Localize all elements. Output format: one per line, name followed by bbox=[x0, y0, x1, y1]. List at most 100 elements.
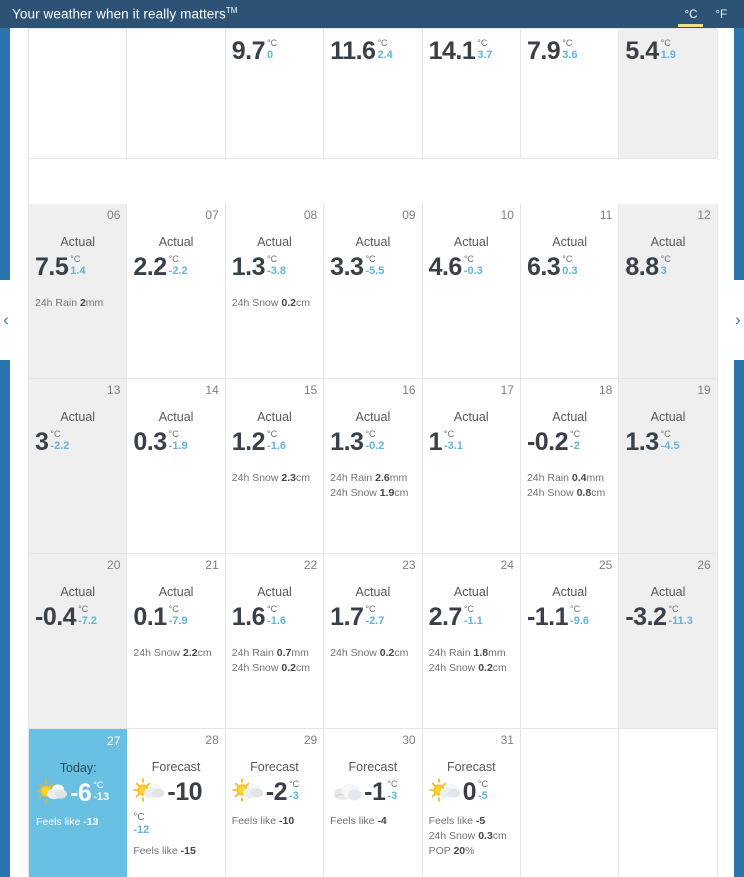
cell-status-label: Forecast bbox=[151, 760, 201, 774]
day-number: 27 bbox=[107, 734, 121, 748]
left-rail-bottom bbox=[0, 360, 10, 877]
temperature-row: 6.3 °C 0.3 bbox=[527, 252, 612, 282]
degree-unit: °C bbox=[660, 429, 671, 439]
calendar-day-cell[interactable]: 10 Actual 4.6 °C -0.3 bbox=[422, 204, 521, 379]
detail-label: 24h Rain bbox=[330, 472, 376, 484]
calendar-day-cell[interactable]: 20 Actual -0.4 °C -7.2 bbox=[29, 554, 128, 729]
degree-unit: °C bbox=[70, 254, 81, 264]
temperature-row: 1 °C -3.1 bbox=[429, 427, 514, 457]
calendar-day-cell[interactable]: 31 Forecast 0 °C -5 Feels like -5 24h Snow 0.3… bbox=[422, 729, 521, 877]
low-temperature: -5.5 bbox=[365, 265, 385, 277]
day-number: 12 bbox=[697, 208, 711, 222]
degree-unit: °C bbox=[168, 429, 179, 439]
unit-and-low-stack: °C -3 bbox=[387, 777, 397, 802]
calendar-day-cell[interactable]: 7.9 °C 3.6 bbox=[520, 29, 620, 159]
cell-status-label: Actual bbox=[355, 410, 391, 424]
high-temperature: 2.2 bbox=[133, 253, 167, 281]
calendar-day-cell[interactable]: 9.7 °C 0 bbox=[225, 29, 325, 159]
temperature-row: 3 °C -2.2 bbox=[35, 427, 120, 457]
detail-unit: mm bbox=[291, 647, 309, 659]
high-temperature: 5.4 bbox=[625, 37, 659, 65]
next-month-button[interactable]: › bbox=[732, 280, 744, 360]
calendar-day-cell[interactable]: 30 Forecast -1 °C -3 Feels like -4 bbox=[324, 729, 423, 877]
calendar-day-cell[interactable]: 13 Actual 3 °C -2.2 bbox=[29, 379, 128, 554]
low-temperature: -3 bbox=[289, 790, 299, 802]
day-number: 18 bbox=[598, 383, 613, 397]
degree-unit: °C bbox=[133, 812, 145, 823]
detail-line: Feels like -5 bbox=[429, 814, 514, 829]
calendar-day-cell[interactable]: 08 Actual 1.3 °C -3.8 24h Snow 0.2cm bbox=[225, 204, 325, 379]
calendar-day-cell[interactable]: 22 Actual 1.6 °C -1.6 24h Rain 0.7mm 24h Snow … bbox=[225, 554, 325, 729]
calendar-day-cell[interactable]: 11 Actual 6.3 °C 0.3 bbox=[520, 204, 620, 379]
calendar-day-cell[interactable]: 18 Actual -0.2 °C -2 24h Rain 0.4mm 24h Snow 0… bbox=[520, 379, 620, 554]
calendar-day-cell[interactable]: 07 Actual 2.2 °C -2.2 bbox=[127, 204, 226, 379]
calendar-grid: 9.7 °C 0 11.6 °C 2.4 14.1 °C 3.7 7.9 °C 3.6 5.4 °C 1.9… bbox=[28, 28, 718, 877]
calendar-day-cell[interactable]: 21 Actual 0.1 °C -7.9 24h Snow 2.2cm bbox=[127, 554, 226, 729]
high-temperature: 2.7 bbox=[428, 603, 463, 631]
calendar-day-cell[interactable]: 25 Actual -1.1 °C -9.6 bbox=[520, 554, 620, 729]
low-temperature: -0.2 bbox=[365, 440, 385, 452]
day-number: 22 bbox=[303, 558, 318, 572]
brand-tagline-text: Your weather when it really matters bbox=[12, 6, 226, 22]
cell-status-label: Actual bbox=[158, 235, 194, 249]
detail-value: 1.8 bbox=[473, 647, 489, 659]
detail-unit: cm bbox=[197, 647, 212, 659]
unit-celsius-button[interactable]: °C bbox=[678, 0, 704, 28]
calendar-day-cell[interactable]: 24 Actual 2.7 °C -1.1 24h Rain 1.8mm 24h Snow … bbox=[422, 554, 521, 729]
detail-line: 24h Rain 2.6mm bbox=[330, 471, 415, 486]
cell-status-label: Actual bbox=[650, 585, 686, 599]
cell-status-label: Today: bbox=[59, 761, 97, 775]
detail-value: -13 bbox=[83, 816, 99, 828]
calendar-day-cell[interactable]: 06 Actual 7.5 °C 1.4 24h Rain 2mm bbox=[29, 204, 128, 379]
calendar-day-cell[interactable]: 14 Actual 0.3 °C -1.9 bbox=[127, 379, 226, 554]
calendar-day-cell[interactable]: 5.4 °C 1.9 bbox=[619, 29, 718, 159]
unit-and-low-stack: °C -11.3 bbox=[668, 602, 692, 627]
detail-label: Feels like bbox=[330, 815, 378, 827]
detail-value: 0.8 bbox=[576, 487, 592, 499]
degree-unit: °C bbox=[289, 779, 300, 789]
calendar-day-cell[interactable]: 27 Today: -6 °C -13 Feels like -13 bbox=[29, 729, 128, 877]
cell-details: 24h Snow 2.2cm bbox=[133, 646, 218, 661]
detail-line: 24h Snow 2.3cm bbox=[232, 471, 317, 486]
detail-label: 24h Rain bbox=[35, 297, 80, 309]
unit-and-low-stack: °C -2.2 bbox=[169, 252, 188, 277]
high-temperature: 9.7 bbox=[231, 37, 266, 65]
cell-details: 24h Rain 2.6mm 24h Snow 1.9cm bbox=[330, 471, 415, 501]
calendar-day-cell[interactable]: 29 Forecast -2 °C -3 Feels like -10 bbox=[225, 729, 325, 877]
detail-line: 24h Rain 0.7mm bbox=[232, 646, 317, 661]
unit-and-low-stack: °C -3.1 bbox=[444, 427, 463, 452]
calendar-day-cell[interactable]: 12 Actual 8.8 °C 3 bbox=[619, 204, 718, 379]
unit-and-low-stack: °C -1.6 bbox=[267, 427, 286, 452]
temperature-row: 7.9 °C 3.6 bbox=[527, 36, 612, 66]
detail-value: 20 bbox=[453, 845, 466, 857]
unit-and-low-stack: °C -3.8 bbox=[267, 252, 286, 277]
unit-fahrenheit-button[interactable]: °F bbox=[712, 0, 730, 28]
calendar-day-cell[interactable]: 26 Actual -3.2 °C -11.3 bbox=[619, 554, 718, 729]
low-temperature: -3 bbox=[387, 790, 398, 802]
detail-line: 24h Snow 0.3cm bbox=[429, 829, 514, 844]
calendar-day-cell[interactable]: 09 Actual 3.3 °C -5.5 bbox=[324, 204, 423, 379]
detail-unit: cm bbox=[296, 297, 311, 309]
calendar-day-cell[interactable]: 16 Actual 1.3 °C -0.2 24h Rain 2.6mm 24h Snow … bbox=[324, 379, 423, 554]
detail-label: 24h Snow bbox=[133, 647, 184, 659]
temperature-row: 2.7 °C -1.1 bbox=[429, 602, 514, 632]
detail-line: 24h Rain 0.4mm bbox=[527, 471, 612, 486]
temperature-row: 4.6 °C -0.3 bbox=[429, 252, 514, 282]
calendar-day-cell[interactable]: 17 Actual 1 °C -3.1 bbox=[422, 379, 521, 554]
unit-and-low-stack: °C -7.2 bbox=[78, 602, 97, 627]
calendar-day-cell[interactable]: 23 Actual 1.7 °C -2.7 24h Snow 0.2cm bbox=[324, 554, 423, 729]
detail-label: 24h Snow bbox=[231, 297, 282, 309]
trademark-mark: TM bbox=[225, 6, 238, 16]
calendar-day-cell[interactable]: 14.1 °C 3.7 bbox=[422, 29, 521, 159]
unit-and-low-stack: °C -1.9 bbox=[169, 427, 188, 452]
calendar-day-cell[interactable]: 28 Forecast -10 °C -12 Feels like -15 bbox=[127, 729, 226, 877]
prev-month-button[interactable]: ‹ bbox=[0, 280, 12, 360]
calendar-day-cell[interactable]: 15 Actual 1.2 °C -1.6 24h Snow 2.3cm bbox=[225, 379, 325, 554]
low-temperature: 2.4 bbox=[377, 49, 393, 61]
high-temperature: 1.3 bbox=[625, 428, 659, 456]
low-temperature: -12 bbox=[133, 824, 150, 836]
calendar-day-cell[interactable]: 19 Actual 1.3 °C -4.5 bbox=[619, 379, 718, 554]
cell-status-label: Actual bbox=[158, 585, 194, 599]
calendar-day-cell[interactable]: 11.6 °C 2.4 bbox=[324, 29, 423, 159]
day-number: 13 bbox=[107, 383, 121, 397]
